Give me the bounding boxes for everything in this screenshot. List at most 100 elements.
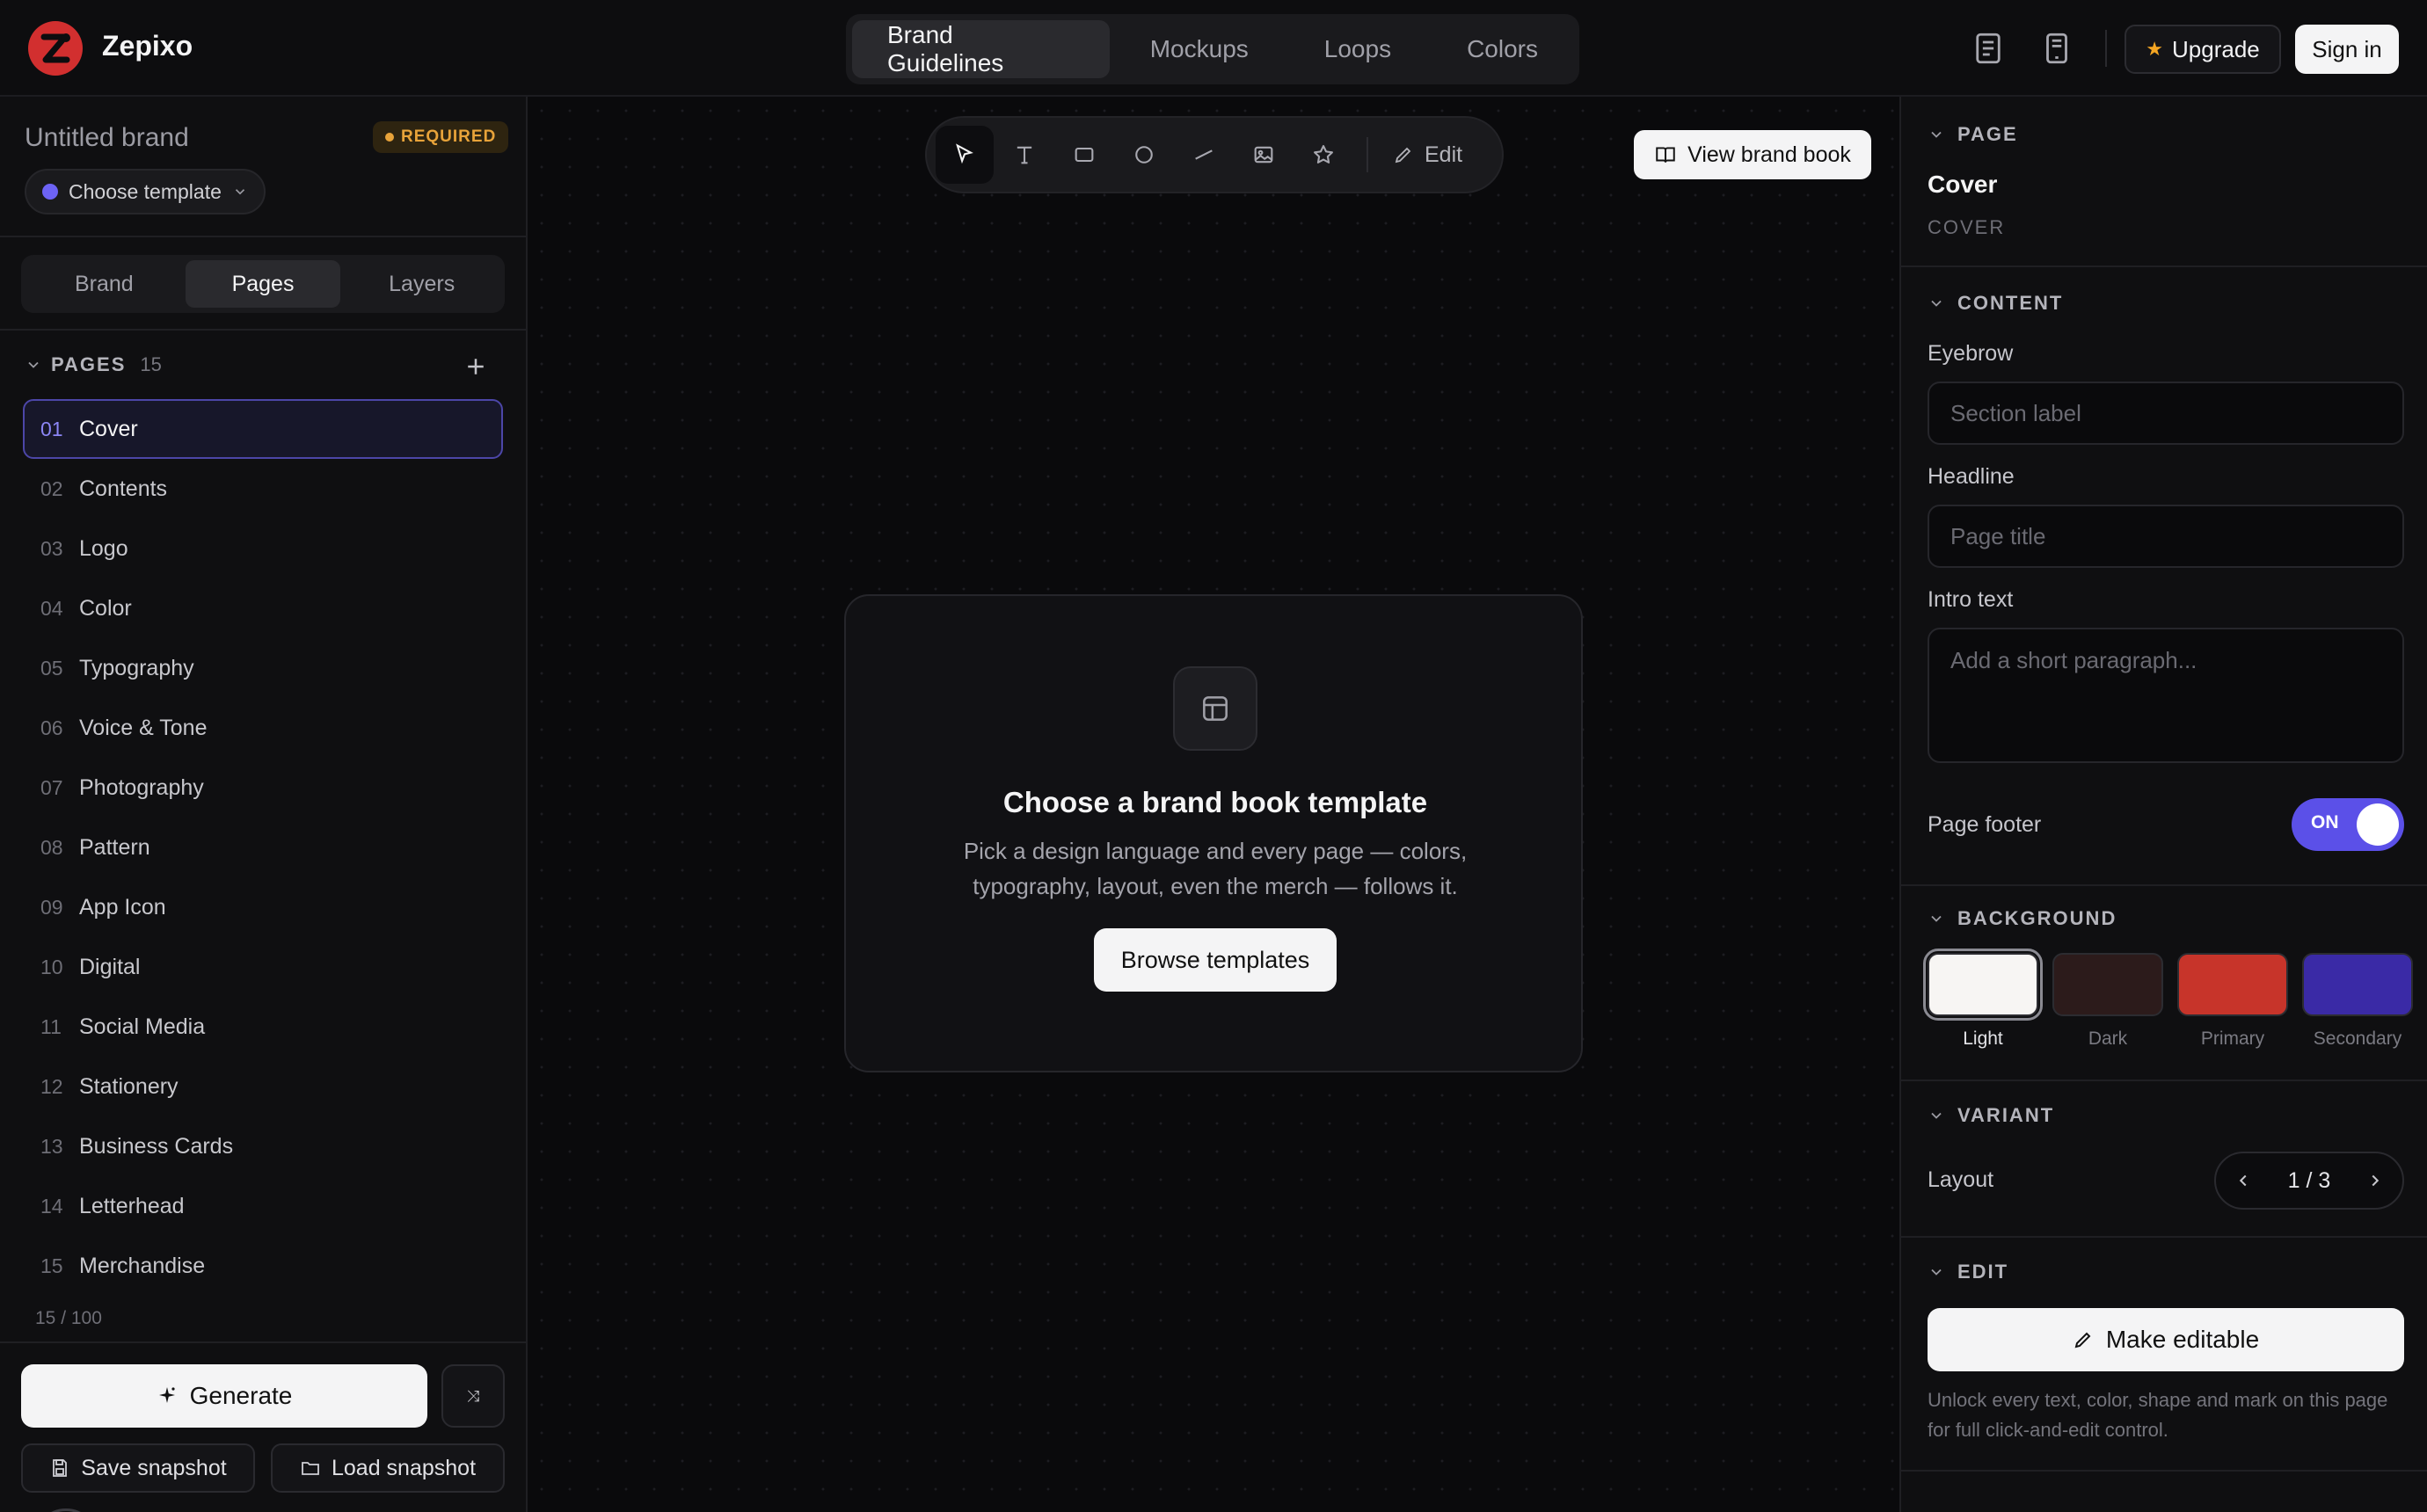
chevron-down-icon: [1928, 1263, 1945, 1281]
chevron-left-icon[interactable]: [2234, 1171, 2253, 1190]
sign-in-button[interactable]: Sign in: [2295, 25, 2399, 74]
load-snapshot-button[interactable]: Load snapshot: [271, 1443, 505, 1493]
make-editable-hint: Unlock every text, color, shape and mark…: [1928, 1389, 2388, 1441]
load-snapshot-label: Load snapshot: [331, 1455, 477, 1480]
text-icon: [1012, 142, 1037, 167]
shuffle-button[interactable]: ⤨: [441, 1364, 505, 1428]
view-brand-book-button[interactable]: View brand book: [1634, 130, 1871, 179]
page-item-color[interactable]: 04 Color: [23, 578, 503, 638]
sparkle-icon: [157, 1385, 178, 1407]
swatch-light-option[interactable]: Light: [1923, 949, 2043, 1050]
page-label: Stationery: [79, 1073, 179, 1099]
background-section-header[interactable]: BACKGROUND: [1928, 907, 2117, 930]
page-label: Contents: [79, 476, 168, 501]
star-tool[interactable]: [1294, 126, 1352, 184]
swatch-primary[interactable]: [2177, 953, 2288, 1016]
chevron-right-icon[interactable]: [2365, 1171, 2385, 1190]
canvas-area[interactable]: Edit View brand book Choose a brand book…: [528, 97, 1899, 1512]
page-item-stationery[interactable]: 12 Stationery: [23, 1057, 503, 1116]
page-section-header[interactable]: PAGE: [1928, 123, 2018, 146]
ellipse-tool[interactable]: [1115, 126, 1173, 184]
page-item-typography[interactable]: 05 Typography: [23, 638, 503, 698]
star-outline-icon: [1311, 142, 1336, 167]
tab-loops[interactable]: Loops: [1289, 20, 1426, 78]
upgrade-button[interactable]: ★ Upgrade: [2125, 25, 2281, 74]
variant-section-header[interactable]: VARIANT: [1928, 1104, 2054, 1127]
make-editable-button[interactable]: Make editable: [1928, 1308, 2404, 1371]
page-item-cover[interactable]: 01 Cover: [23, 399, 503, 459]
image-tool[interactable]: [1235, 126, 1293, 184]
pages-section-header[interactable]: PAGES 15: [25, 353, 162, 376]
intro-text-textarea[interactable]: Add a short paragraph...: [1928, 628, 2404, 763]
status-dot-icon: [385, 133, 394, 142]
content-section-header[interactable]: CONTENT: [1928, 292, 2063, 315]
zepixo-logo-icon[interactable]: [26, 19, 84, 77]
page-item-voice-tone[interactable]: 06 Voice & Tone: [23, 698, 503, 758]
tablet-icon[interactable]: [2038, 30, 2075, 67]
page-item-digital[interactable]: 10 Digital: [23, 937, 503, 997]
page-section-label: PAGE: [1957, 123, 2018, 145]
page-number: 02: [40, 476, 63, 500]
page-item-contents[interactable]: 02 Contents: [23, 459, 503, 519]
page-footer-toggle[interactable]: ON: [2292, 798, 2404, 851]
swatch-light[interactable]: [1923, 949, 2043, 1021]
page-label: Voice & Tone: [79, 715, 208, 740]
layout-label: Layout: [1928, 1167, 1994, 1192]
page-label: Digital: [79, 954, 141, 979]
generate-button[interactable]: Generate: [21, 1364, 427, 1428]
page-item-social-media[interactable]: 11 Social Media: [23, 997, 503, 1057]
tab-mockups[interactable]: Mockups: [1115, 20, 1284, 78]
page-number: 05: [40, 656, 63, 680]
choose-template-dropdown[interactable]: Choose template: [25, 169, 266, 214]
page-number: 04: [40, 596, 63, 620]
chevron-down-icon: [1928, 126, 1945, 143]
template-empty-state: Choose a brand book template Pick a desi…: [844, 594, 1583, 1072]
swatch-dark-option[interactable]: Dark: [2052, 953, 2163, 1050]
save-snapshot-button[interactable]: Save snapshot: [21, 1443, 255, 1493]
layout-value: 1 / 3: [2287, 1167, 2331, 1193]
pages-section-label: PAGES: [51, 353, 127, 375]
star-icon: ★: [2146, 38, 2163, 60]
swatch-primary-option[interactable]: Primary: [2177, 953, 2288, 1050]
tab-brand-guidelines[interactable]: Brand Guidelines: [852, 20, 1110, 78]
page-item-letterhead[interactable]: 14 Letterhead: [23, 1176, 503, 1236]
page-list: 01 Cover 02 Contents 03 Logo 04 Color 05 Typo…: [23, 399, 503, 1296]
user-avatar[interactable]: N: [33, 1508, 98, 1512]
tab-colors[interactable]: Colors: [1432, 20, 1573, 78]
divider: [1901, 1236, 2427, 1238]
page-label: Social Media: [79, 1014, 206, 1039]
swatch-secondary-option[interactable]: Secondary: [2302, 953, 2413, 1050]
brand-title[interactable]: Untitled brand: [25, 123, 189, 153]
tab-pages[interactable]: Pages: [185, 260, 341, 308]
divider: [1901, 265, 2427, 267]
add-page-plus-icon[interactable]: [463, 353, 489, 380]
page-item-business-cards[interactable]: 13 Business Cards: [23, 1116, 503, 1176]
generate-label: Generate: [189, 1382, 293, 1409]
page-label: Logo: [79, 535, 128, 561]
text-tool[interactable]: [995, 126, 1053, 184]
page-label: Business Cards: [79, 1133, 234, 1159]
page-item-pattern[interactable]: 08 Pattern: [23, 818, 503, 877]
page-item-merchandise[interactable]: 15 Merchandise: [23, 1236, 503, 1296]
page-label: Cover: [79, 416, 138, 441]
content-section-label: CONTENT: [1957, 292, 2064, 314]
headline-input[interactable]: Page title: [1928, 505, 2404, 568]
image-icon: [1251, 142, 1276, 167]
tab-layers[interactable]: Layers: [344, 260, 499, 308]
document-icon[interactable]: [1970, 30, 2007, 67]
swatch-dark[interactable]: [2052, 953, 2163, 1016]
eyebrow-input[interactable]: Section label: [1928, 382, 2404, 445]
headline-label: Headline: [1928, 464, 2015, 489]
rectangle-tool[interactable]: [1055, 126, 1113, 184]
page-item-logo[interactable]: 03 Logo: [23, 519, 503, 578]
line-tool[interactable]: [1175, 126, 1233, 184]
page-item-app-icon[interactable]: 09 App Icon: [23, 877, 503, 937]
edit-section-header[interactable]: EDIT: [1928, 1261, 2008, 1283]
swatch-secondary[interactable]: [2302, 953, 2413, 1016]
page-item-photography[interactable]: 07 Photography: [23, 758, 503, 818]
book-icon: [1654, 143, 1677, 166]
browse-templates-button[interactable]: Browse templates: [1094, 928, 1337, 992]
select-tool[interactable]: [936, 126, 994, 184]
edit-tool-button[interactable]: Edit: [1381, 142, 1475, 168]
tab-brand[interactable]: Brand: [26, 260, 182, 308]
